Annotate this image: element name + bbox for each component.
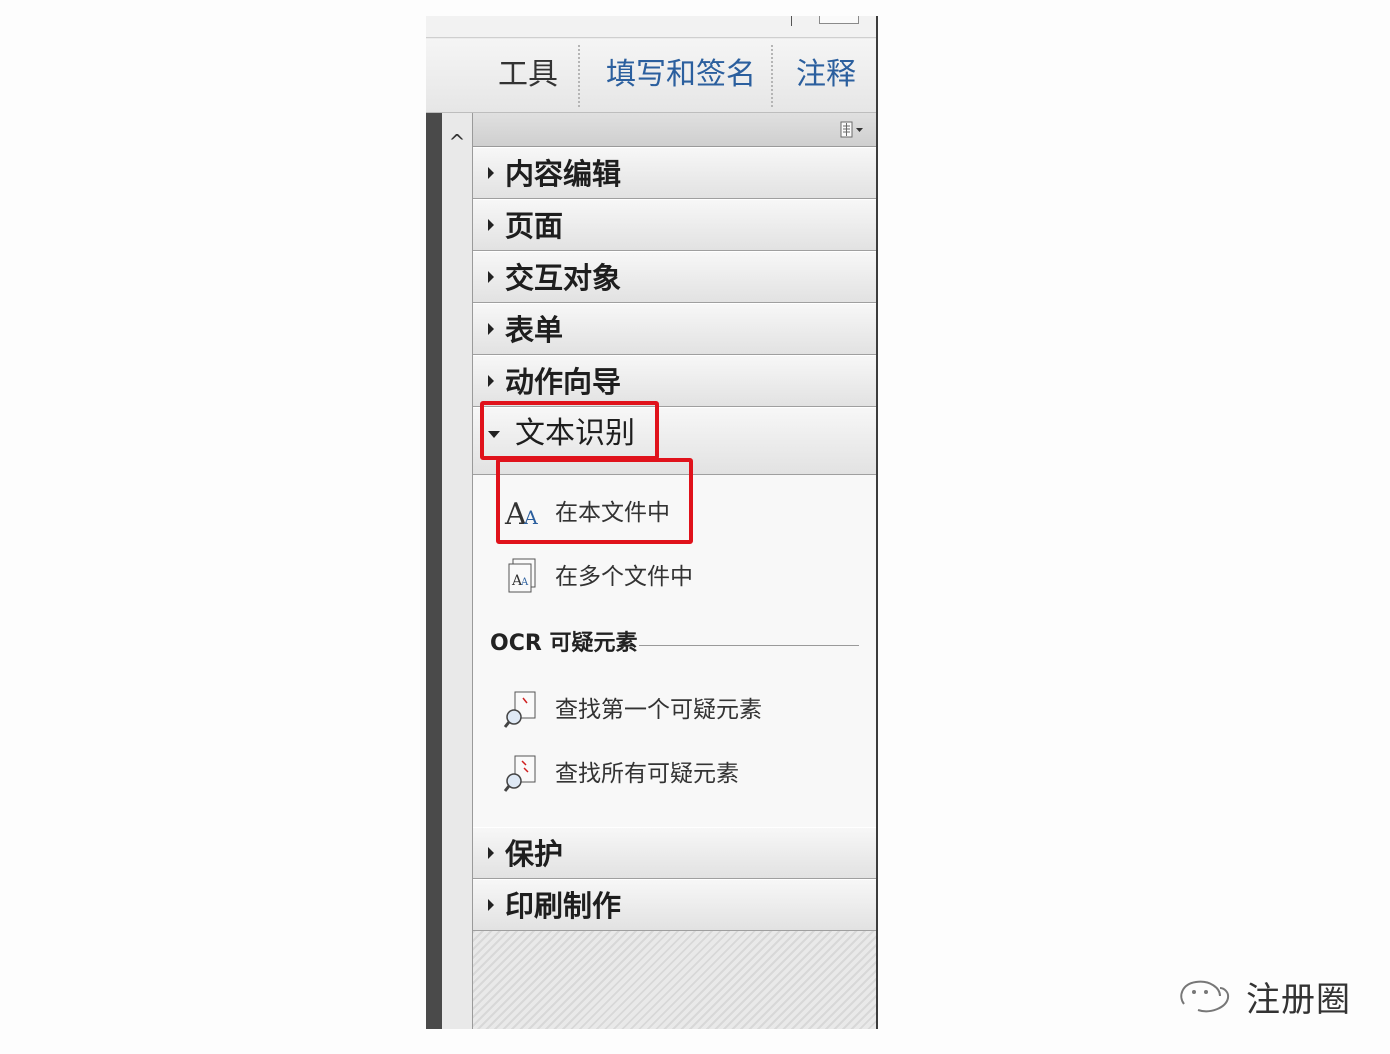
top-divider — [791, 16, 792, 26]
tools-panel-content: 内容编辑 页面 交互对象 表单 动作向导 文本识别 A A 在本文件中 A A … — [473, 113, 876, 1029]
left-edge-bar — [426, 113, 442, 1029]
section-label: 页面 — [505, 209, 564, 243]
multi-document-icon: A A — [508, 558, 536, 593]
item-label: 查找第一个可疑元素 — [555, 697, 762, 723]
expand-arrow-icon — [488, 847, 494, 859]
section-content-edit[interactable]: 内容编辑 — [473, 147, 876, 199]
tab-separator — [771, 45, 773, 107]
svg-text:A: A — [520, 577, 529, 588]
section-action-wizard[interactable]: 动作向导 — [473, 355, 876, 407]
section-forms[interactable]: 表单 — [473, 303, 876, 355]
item-label: 在多个文件中 — [555, 564, 693, 590]
panel-options-bar — [473, 113, 876, 147]
section-print-production[interactable]: 印刷制作 — [473, 879, 876, 931]
expand-arrow-icon — [488, 219, 494, 231]
watermark-text: 注册圈 — [1246, 980, 1351, 1020]
section-protection[interactable]: 保护 — [473, 827, 876, 879]
wechat-logo-icon — [1180, 980, 1230, 1013]
pane-tab-bar: 工具 填写和签名 注释 — [426, 39, 876, 113]
section-pages[interactable]: 页面 — [473, 199, 876, 251]
empty-panel-area — [473, 931, 876, 1029]
highlight-in-this-file — [496, 458, 693, 544]
tab-comment[interactable]: 注释 — [796, 53, 856, 97]
section-interactive-objects[interactable]: 交互对象 — [473, 251, 876, 303]
expand-arrow-icon — [488, 167, 494, 179]
top-strip — [426, 16, 876, 38]
magnify-document-icon — [503, 755, 536, 792]
section-label: 交互对象 — [505, 261, 622, 295]
tab-separator — [578, 45, 580, 107]
highlight-text-recognition — [480, 401, 659, 460]
section-label: 印刷制作 — [505, 889, 622, 923]
tab-tools[interactable]: 工具 — [498, 53, 558, 97]
section-label: 保护 — [505, 837, 564, 871]
item-label: 查找所有可疑元素 — [555, 761, 739, 787]
ocr-suspects-subheading: OCR 可疑元素 — [490, 631, 638, 656]
window-control[interactable] — [819, 16, 859, 24]
watermark: 注册圈 — [1176, 970, 1366, 1020]
screenshot-stage: 工具 填写和签名 注释 ^ 内容编辑 页面 交互对象 表单 动作向导 文本识别 … — [0, 0, 1390, 1054]
magnify-document-icon — [503, 691, 536, 728]
panel-options-icon[interactable] — [840, 121, 866, 139]
tab-fill-and-sign[interactable]: 填写和签名 — [606, 53, 756, 97]
expand-arrow-icon — [488, 899, 494, 911]
pane-scrollbar[interactable]: ^ — [442, 113, 473, 1029]
section-label: 表单 — [505, 313, 564, 347]
expand-arrow-icon — [488, 271, 494, 283]
expand-arrow-icon — [488, 375, 494, 387]
section-label: 内容编辑 — [505, 157, 622, 191]
scroll-up-icon[interactable]: ^ — [442, 127, 472, 157]
expand-arrow-icon — [488, 323, 494, 335]
subheading-divider — [639, 645, 859, 646]
